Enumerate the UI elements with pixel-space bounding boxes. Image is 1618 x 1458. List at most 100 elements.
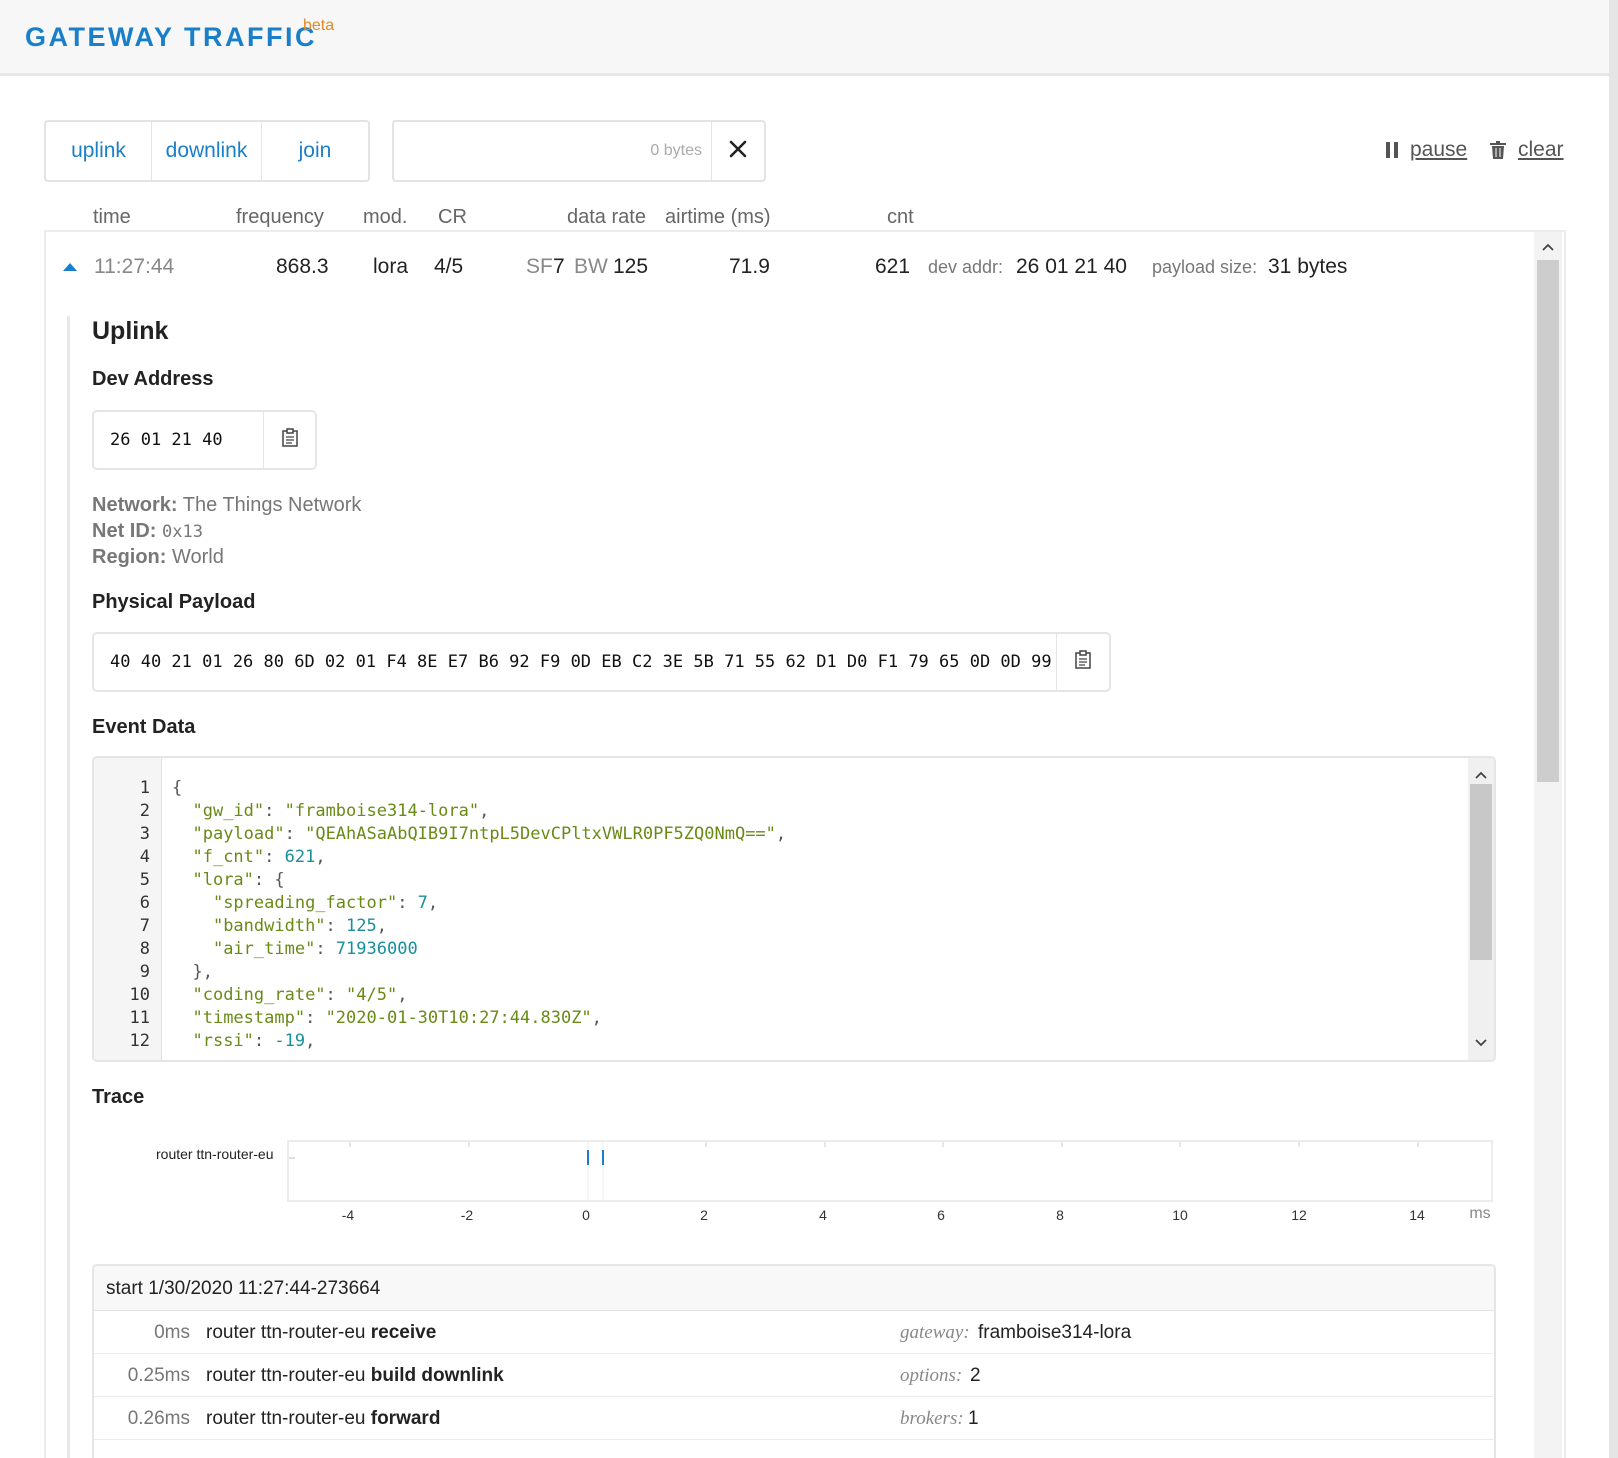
- row-sf-label: SF: [526, 255, 553, 278]
- payload-value[interactable]: 40 40 21 01 26 80 6D 02 01 F4 8E E7 B6 9…: [110, 652, 1052, 672]
- region-info: Region: World: [92, 546, 224, 569]
- region-value: World: [172, 546, 224, 568]
- row-frequency: 868.3: [276, 255, 329, 278]
- trace-row-event: router ttn-router-eu build downlink: [206, 1365, 504, 1386]
- filter-downlink-button[interactable]: downlink: [152, 122, 262, 180]
- line-number: 5: [139, 870, 150, 890]
- netid-info: Net ID: 0x13: [92, 520, 203, 543]
- column-time[interactable]: time: [93, 206, 131, 229]
- clear-label: clear: [1518, 138, 1564, 161]
- copy-dev-address-button[interactable]: [263, 412, 315, 468]
- list-scroll-thumb[interactable]: [1537, 260, 1559, 782]
- pause-label: pause: [1410, 138, 1468, 161]
- dev-address-box: 26 01 21 40: [92, 410, 317, 470]
- netid-label: Net ID:: [92, 520, 157, 542]
- code-line: "rssi": -19,: [192, 1031, 316, 1051]
- search-clear-button[interactable]: [711, 122, 764, 180]
- trace-unit: ms: [1469, 1205, 1491, 1222]
- code-line: "payload": "QEAhASaAbQIB9I7ntpL5DevCPltx…: [192, 824, 787, 844]
- trace-row-label: router ttn-router-eu: [156, 1146, 274, 1162]
- row-coding-rate: 4/5: [434, 255, 464, 278]
- line-number: 10: [129, 985, 150, 1005]
- column-frequency[interactable]: frequency: [236, 206, 324, 229]
- row-dev-addr: 26 01 21 40: [1016, 255, 1127, 278]
- event-data-heading: Event Data: [92, 716, 196, 738]
- row-bw-label: BW: [574, 255, 608, 278]
- row-airtime: 71.9: [729, 255, 770, 278]
- column-airtime[interactable]: airtime (ms): [665, 206, 771, 229]
- pause-button[interactable]: pause: [1386, 138, 1467, 162]
- trace-timeline: [287, 1140, 1493, 1202]
- network-label: Network:: [92, 494, 178, 516]
- event-data-editor[interactable]: 1 2 3 4 5 6 7 8 9 10 11 12 { "gw_id": "f…: [92, 756, 1496, 1062]
- line-number: 7: [139, 916, 150, 936]
- code-line: "spreading_factor": 7,: [212, 893, 439, 913]
- page-title: GATEWAY TRAFFIC: [25, 22, 318, 52]
- trace-row-value: 1: [968, 1408, 979, 1429]
- search-input[interactable]: [402, 132, 702, 170]
- netid-value: 0x13: [162, 522, 203, 542]
- filter-group: uplink downlink join: [44, 120, 370, 182]
- dev-address-heading: Dev Address: [92, 368, 214, 390]
- row-bw: 125: [613, 255, 649, 278]
- header: GATEWAY TRAFFIC beta: [0, 0, 1610, 76]
- trace-table: start 1/30/2020 11:27:44-273664 0ms rout…: [92, 1264, 1496, 1458]
- column-mod[interactable]: mod.: [363, 206, 407, 229]
- trace-tick: -4: [341, 1207, 355, 1223]
- trace-tick: 14: [1409, 1207, 1425, 1223]
- trace-row: 0.26ms router ttn-router-eu forward brok…: [94, 1397, 1494, 1440]
- network-info: Network: The Things Network: [92, 494, 361, 517]
- row-modulation: lora: [373, 255, 409, 278]
- trace-start: start 1/30/2020 11:27:44-273664: [94, 1266, 1494, 1311]
- beta-badge: beta: [303, 17, 335, 34]
- page-scrollbar[interactable]: [1609, 0, 1618, 1458]
- list-scrollbar[interactable]: [1534, 232, 1562, 1458]
- editor-scroll-thumb[interactable]: [1470, 784, 1492, 960]
- detail-title: Uplink: [92, 317, 169, 345]
- editor-scrollbar[interactable]: [1468, 758, 1494, 1060]
- row-sf: 7: [553, 255, 565, 278]
- line-number: 11: [129, 1008, 150, 1028]
- trace-row-value: framboise314-lora: [978, 1322, 1132, 1343]
- copy-payload-button[interactable]: [1056, 634, 1109, 690]
- trace-row-ms: 0.25ms: [127, 1365, 190, 1386]
- filter-uplink-button[interactable]: uplink: [46, 122, 152, 180]
- column-cnt[interactable]: cnt: [887, 206, 914, 229]
- trace-row-value: 2: [970, 1365, 981, 1386]
- trace-row-event: router ttn-router-eu forward: [206, 1408, 441, 1429]
- trash-icon: [1490, 141, 1506, 159]
- line-number: 2: [139, 801, 150, 821]
- line-number: 3: [139, 824, 150, 844]
- code-line: {: [172, 778, 183, 798]
- code-line: "timestamp": "2020-01-30T10:27:44.830Z",: [192, 1008, 602, 1028]
- scroll-up-icon[interactable]: [1475, 766, 1487, 784]
- clipboard-icon: [1075, 650, 1091, 674]
- code-line: "lora": {: [192, 870, 285, 890]
- row-payload-size: 31 bytes: [1268, 255, 1348, 278]
- column-cr[interactable]: CR: [438, 206, 467, 229]
- row-cnt: 621: [875, 255, 911, 278]
- trace-tick: -2: [460, 1207, 474, 1223]
- column-data-rate[interactable]: data rate: [567, 206, 646, 229]
- trace-row-key: brokers:: [900, 1408, 964, 1429]
- trace-row-key: options:: [900, 1365, 963, 1386]
- clear-button[interactable]: clear: [1490, 138, 1564, 162]
- line-number: 6: [139, 893, 150, 913]
- network-value: The Things Network: [182, 494, 362, 516]
- trace-row-ms: 0ms: [154, 1322, 190, 1343]
- scroll-up-icon[interactable]: [1542, 238, 1554, 256]
- line-number: 1: [139, 778, 150, 798]
- code-line: },: [192, 962, 213, 982]
- scroll-down-icon[interactable]: [1475, 1034, 1487, 1052]
- filter-join-button[interactable]: join: [262, 122, 368, 180]
- dev-address-value[interactable]: 26 01 21 40: [110, 430, 223, 450]
- trace-row: 0.25ms router ttn-router-eu build downli…: [94, 1354, 1494, 1397]
- trace-row: 0ms router ttn-router-eu receive gateway…: [94, 1311, 1494, 1354]
- row-time: 11:27:44: [94, 255, 175, 278]
- line-number: 4: [139, 847, 150, 867]
- code-line: "bandwidth": 125,: [212, 916, 387, 936]
- trace-row-event: router ttn-router-eu receive: [206, 1322, 437, 1343]
- trace-tick: 12: [1291, 1207, 1307, 1223]
- caret-up-icon[interactable]: [62, 259, 78, 277]
- payload-heading: Physical Payload: [92, 591, 256, 613]
